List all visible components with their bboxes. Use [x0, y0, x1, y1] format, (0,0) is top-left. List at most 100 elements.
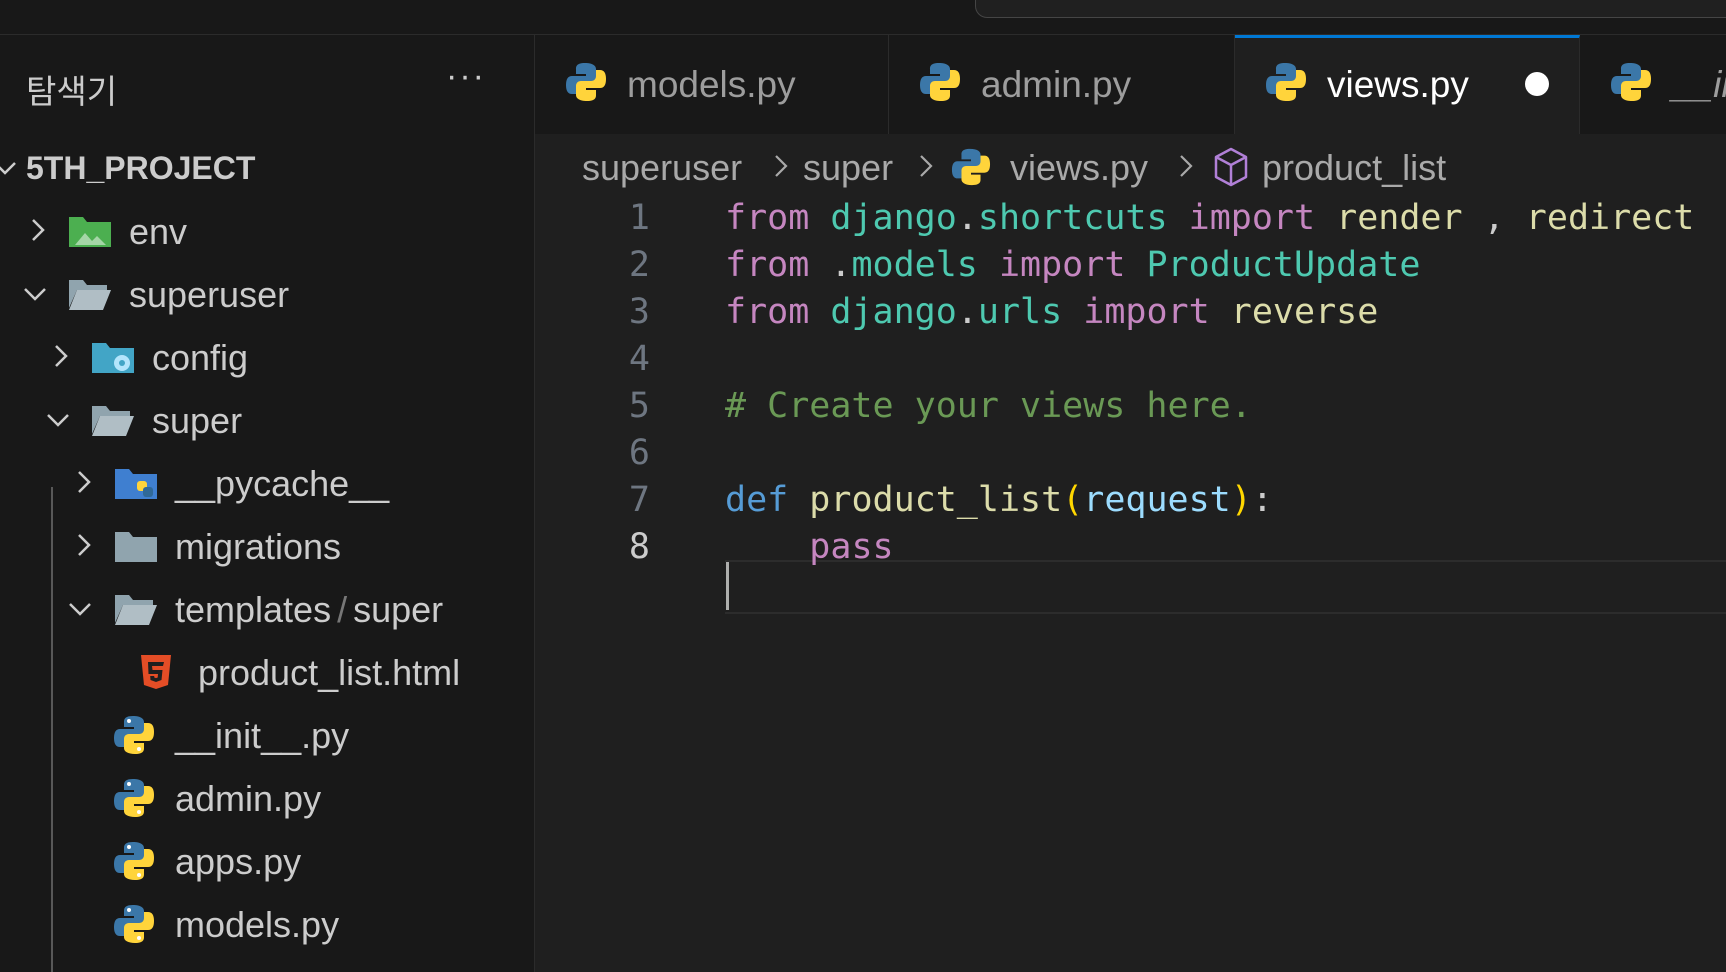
tab-init-py[interactable]: __ir: [1580, 35, 1726, 134]
chevron-right-icon: [78, 471, 91, 493]
code-token: .: [809, 245, 852, 285]
tree-item-label: superuser: [129, 274, 290, 315]
folder-open-icon: [69, 280, 111, 310]
explorer-header: 탐색기 ···: [0, 35, 534, 121]
code-token: ,: [1462, 198, 1526, 238]
unsaved-dot-icon[interactable]: [1525, 72, 1549, 96]
code-token: shortcuts: [977, 198, 1168, 238]
line-number: 5: [628, 386, 650, 426]
code-line[interactable]: from django.shortcuts import render , re…: [725, 198, 1694, 238]
html5-file-icon: [141, 655, 171, 689]
python-file-icon: [1266, 63, 1306, 101]
code-line[interactable]: pass: [725, 527, 893, 567]
code-token: .: [956, 198, 978, 238]
tree-item-super[interactable]: super: [0, 388, 534, 451]
tree-item-admin-py[interactable]: admin.py: [0, 766, 534, 829]
python-file-icon: [1611, 63, 1651, 101]
tree-item-label: models.py: [175, 904, 340, 945]
project-name: 5TH_PROJECT: [26, 150, 256, 186]
code-token: ): [1230, 480, 1252, 520]
tree-item-label: env: [129, 211, 188, 252]
tree-item-templates-super[interactable]: templates / super: [0, 577, 534, 640]
tree-item-init-py[interactable]: __init__.py: [0, 703, 534, 766]
chevron-right-icon: [55, 345, 68, 367]
breadcrumb-item[interactable]: product_list: [1262, 147, 1446, 189]
python-file-icon: [114, 905, 154, 943]
line-number: 3: [628, 292, 650, 332]
chevron-down-icon: [24, 288, 46, 301]
current-line-highlight: [725, 560, 1726, 614]
breadcrumb-item[interactable]: views.py: [1010, 147, 1148, 189]
tab-models-py[interactable]: models.py: [535, 35, 889, 134]
code-token: render: [1336, 198, 1463, 238]
title-bar: [0, 0, 1726, 35]
code-token: import: [998, 245, 1126, 285]
tab-label: admin.py: [981, 64, 1132, 105]
code-token: import: [1083, 292, 1210, 332]
folder-open-icon: [115, 595, 157, 625]
python-file-icon: [114, 716, 154, 754]
path-separator: /: [337, 589, 348, 630]
tree-item-migrations[interactable]: migrations: [0, 514, 534, 577]
line-number: 6: [628, 433, 650, 473]
code-line[interactable]: from django.urls import reverse: [725, 292, 1378, 332]
code-token: reverse: [1230, 292, 1379, 332]
breadcrumb-item[interactable]: superuser: [582, 147, 742, 189]
code-token: .: [956, 292, 978, 332]
code-line[interactable]: def product_list(request):: [725, 480, 1273, 520]
tab-admin-py[interactable]: admin.py: [889, 35, 1235, 134]
tree-item-product-list-html[interactable]: product_list.html: [0, 640, 534, 703]
code-token: # Create your views here.: [725, 386, 1252, 426]
folder-icon: [115, 532, 157, 562]
line-number: 1: [628, 198, 650, 238]
code-token: import: [1188, 198, 1316, 238]
folder-config-icon: [92, 343, 134, 373]
folder-open-icon: [92, 406, 134, 436]
tree-item-label: product_list.html: [198, 652, 461, 693]
code-token: from: [725, 292, 810, 332]
tree-item-env[interactable]: env: [0, 199, 534, 262]
code-token: django: [830, 292, 957, 332]
code-token: request: [1083, 480, 1231, 520]
chevron-right-icon: [1180, 155, 1193, 177]
code-token: from: [725, 245, 810, 285]
code-line[interactable]: from .models import ProductUpdate: [725, 245, 1420, 285]
tab-views-py[interactable]: views.py: [1235, 35, 1580, 135]
code-token: ProductUpdate: [1146, 245, 1421, 285]
chevron-right-icon: [78, 534, 91, 556]
code-editor[interactable]: 1 from django.shortcuts import render , r…: [535, 198, 1726, 972]
chevron-down-icon: [69, 603, 91, 616]
code-token: product_list: [809, 480, 1063, 520]
code-token: redirect: [1525, 198, 1695, 238]
line-number: 2: [628, 245, 650, 285]
more-actions-button[interactable]: ···: [446, 57, 486, 96]
line-number: 8: [628, 527, 650, 567]
tree-item-config[interactable]: config: [0, 325, 534, 388]
chevron-down-icon: [47, 414, 69, 427]
chevron-right-icon: [32, 219, 45, 241]
code-token: (: [1062, 480, 1084, 520]
tree-item-label-part: templates: [175, 589, 332, 630]
tree-item-apps-py[interactable]: apps.py: [0, 829, 534, 892]
tree-item-pycache[interactable]: __pycache__: [0, 451, 534, 514]
project-root[interactable]: 5TH_PROJECT: [0, 136, 534, 199]
line-number: 4: [628, 339, 650, 379]
chevron-right-icon: [775, 155, 788, 177]
breadcrumb-item[interactable]: super: [803, 147, 893, 189]
tree-item-models-py[interactable]: models.py: [0, 892, 534, 955]
line-number: 7: [628, 480, 650, 520]
folder-python-icon: [115, 469, 157, 499]
symbol-method-icon: [1214, 147, 1248, 187]
code-line[interactable]: # Create your views here.: [725, 386, 1252, 426]
tree-item-superuser[interactable]: superuser: [0, 262, 534, 325]
editor-tabs: models.py admin.py views.py __ir: [535, 35, 1726, 135]
folder-env-icon: [69, 217, 111, 247]
tree-item-label: __pycache__: [175, 463, 390, 504]
command-center[interactable]: [975, 0, 1726, 18]
